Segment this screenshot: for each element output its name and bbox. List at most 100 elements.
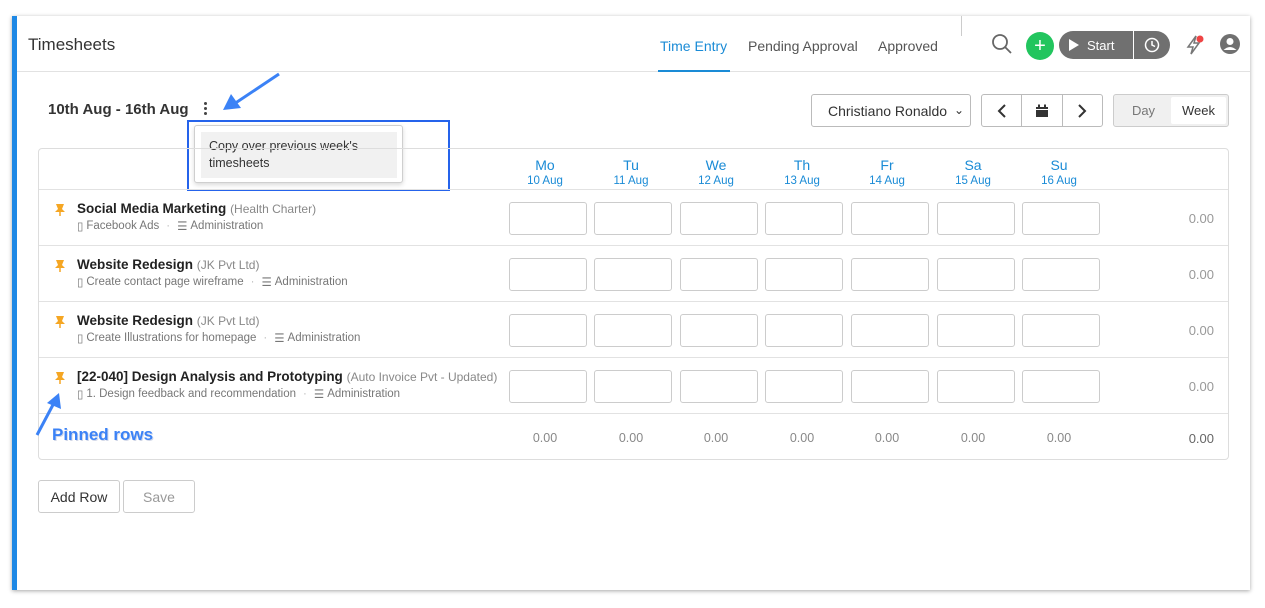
user-select[interactable]: Christiano Ronaldo ⌄ xyxy=(811,94,971,127)
hours-input[interactable] xyxy=(937,314,1015,347)
hours-input[interactable] xyxy=(594,202,672,235)
hours-input[interactable] xyxy=(937,258,1015,291)
day-header: Mo 10 Aug xyxy=(527,157,563,187)
hours-input[interactable] xyxy=(680,314,758,347)
divider xyxy=(961,16,962,36)
hours-input[interactable] xyxy=(765,314,843,347)
day-total: 0.00 xyxy=(532,431,558,445)
top-bar: Timesheets Time Entry Pending Approval A… xyxy=(17,16,1250,72)
day-total: 0.00 xyxy=(703,431,729,445)
day-total: 0.00 xyxy=(960,431,986,445)
day-header: Su 16 Aug xyxy=(1041,157,1077,187)
hours-input[interactable] xyxy=(765,258,843,291)
save-button[interactable]: Save xyxy=(123,480,195,513)
hours-input[interactable] xyxy=(509,314,587,347)
hours-input[interactable] xyxy=(1022,258,1100,291)
hours-input[interactable] xyxy=(1022,202,1100,235)
clipboard-icon: ▯ xyxy=(77,389,84,401)
hours-input[interactable] xyxy=(937,370,1015,403)
table-row: [22-040] Design Analysis and Prototyping… xyxy=(39,357,1228,413)
hours-input[interactable] xyxy=(851,258,929,291)
day-total: 0.00 xyxy=(874,431,900,445)
kebab-menu-icon[interactable] xyxy=(202,102,208,118)
day-view-button[interactable]: Day xyxy=(1116,97,1171,124)
hours-input[interactable] xyxy=(509,370,587,403)
hours-input[interactable] xyxy=(680,258,758,291)
project-name: Website Redesign (JK Pvt Ltd) xyxy=(77,257,260,272)
week-date-range: 10th Aug - 16th Aug xyxy=(48,101,189,118)
user-icon[interactable] xyxy=(1219,33,1241,55)
pin-icon[interactable] xyxy=(53,371,67,385)
day-header: Tu 11 Aug xyxy=(613,157,649,187)
list-icon: ☰ xyxy=(313,389,325,401)
start-label: Start xyxy=(1087,37,1115,53)
pin-icon[interactable] xyxy=(53,203,67,217)
hours-input[interactable] xyxy=(594,314,672,347)
annotation-arrow-icon xyxy=(35,393,61,436)
hours-input[interactable] xyxy=(851,202,929,235)
hours-input[interactable] xyxy=(765,202,843,235)
day-header: Sa 15 Aug xyxy=(955,157,991,187)
next-week-button[interactable] xyxy=(1063,95,1102,126)
table-row: Website Redesign (JK Pvt Ltd) ▯ Create co… xyxy=(39,245,1228,301)
hours-input[interactable] xyxy=(1022,370,1100,403)
list-icon: ☰ xyxy=(274,333,285,345)
hours-input[interactable] xyxy=(851,370,929,403)
calendar-icon xyxy=(1035,104,1048,117)
view-toggle: Day Week xyxy=(1113,94,1229,127)
app-window: Timesheets Time Entry Pending Approval A… xyxy=(12,16,1250,590)
project-name: Social Media Marketing (Health Charter) xyxy=(77,201,317,216)
bolt-icon[interactable] xyxy=(1183,34,1205,56)
hours-input[interactable] xyxy=(509,258,587,291)
day-total: 0.00 xyxy=(789,431,815,445)
table-row: Social Media Marketing (Health Charter) … xyxy=(39,189,1228,245)
tab-approved[interactable]: Approved xyxy=(878,38,938,54)
row-total: 0.00 xyxy=(1188,323,1214,338)
hours-input[interactable] xyxy=(1022,314,1100,347)
clipboard-icon: ▯ xyxy=(77,221,84,233)
tab-time-entry[interactable]: Time Entry xyxy=(660,38,727,54)
calendar-button[interactable] xyxy=(1022,95,1063,126)
row-total: 0.00 xyxy=(1188,267,1214,282)
hours-input[interactable] xyxy=(937,202,1015,235)
chevron-down-icon: ⌄ xyxy=(953,103,964,117)
hours-input[interactable] xyxy=(851,314,929,347)
task-info: ▯ Facebook Ads · ☰ Administration xyxy=(77,220,264,233)
timer-history-button[interactable] xyxy=(1134,31,1170,59)
pin-icon[interactable] xyxy=(53,259,67,273)
chevron-right-icon xyxy=(1078,103,1087,118)
totals-row: Pinned rows 0.00 0.00 0.00 0.00 0.00 0.0… xyxy=(39,413,1228,459)
add-row-button[interactable]: Add Row xyxy=(38,480,120,513)
clipboard-icon: ▯ xyxy=(77,277,84,289)
hours-input[interactable] xyxy=(594,258,672,291)
tab-pending-approval[interactable]: Pending Approval xyxy=(748,38,858,54)
page-title: Timesheets xyxy=(28,35,116,54)
clock-icon xyxy=(1144,37,1160,53)
hours-input[interactable] xyxy=(765,370,843,403)
task-info: ▯ Create Illustrations for homepage · ☰ Admi… xyxy=(77,332,361,345)
day-header: We 12 Aug xyxy=(698,157,734,187)
project-name: Website Redesign (JK Pvt Ltd) xyxy=(77,313,260,328)
day-header: Fr 14 Aug xyxy=(869,157,905,187)
hours-input[interactable] xyxy=(680,202,758,235)
table-row: Website Redesign (JK Pvt Ltd) ▯ Create Il… xyxy=(39,301,1228,357)
list-icon: ☰ xyxy=(261,277,272,289)
chevron-left-icon xyxy=(997,103,1006,118)
search-icon[interactable] xyxy=(990,32,1014,56)
week-view-button[interactable]: Week xyxy=(1171,97,1226,124)
list-icon: ☰ xyxy=(177,221,188,233)
hours-input[interactable] xyxy=(680,370,758,403)
hours-input[interactable] xyxy=(594,370,672,403)
day-total: 0.00 xyxy=(618,431,644,445)
task-info: ▯ Create contact page wireframe · ☰ Administ… xyxy=(77,276,348,289)
start-timer-button[interactable]: Start xyxy=(1059,31,1133,59)
week-navigation xyxy=(981,94,1103,127)
previous-week-button[interactable] xyxy=(982,95,1023,126)
day-header: Th 13 Aug xyxy=(784,157,820,187)
timesheet-grid: Mo 10 Aug Tu 11 Aug We 12 Aug Th 13 Aug Fr 14… xyxy=(35,148,1229,460)
add-entry-button[interactable]: + xyxy=(1026,32,1054,60)
hours-input[interactable] xyxy=(509,202,587,235)
task-info: ▯ 1. Design feedback and recommendation · ☰… xyxy=(77,388,401,401)
play-icon xyxy=(1069,39,1079,51)
pin-icon[interactable] xyxy=(53,315,67,329)
